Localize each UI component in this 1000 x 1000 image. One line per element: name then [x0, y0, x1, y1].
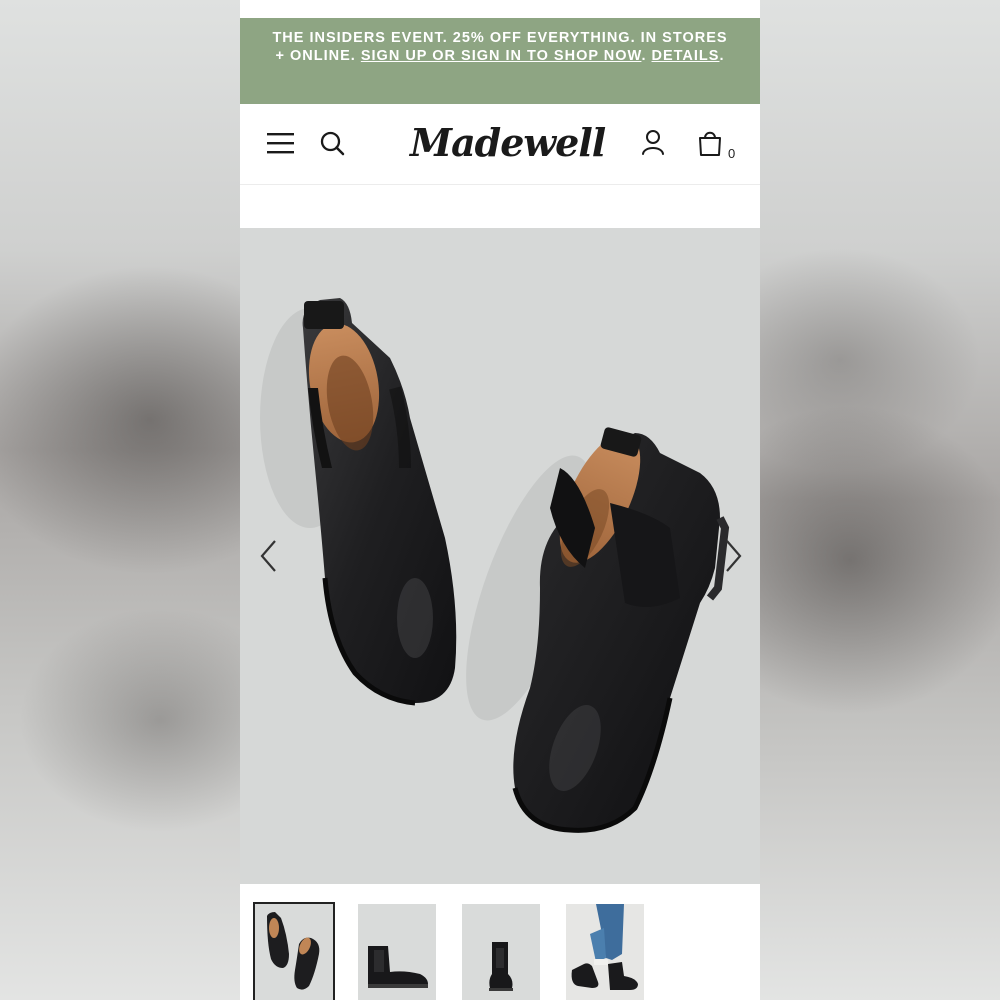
account-icon[interactable] — [638, 128, 668, 158]
signup-link[interactable]: SIGN UP OR SIGN IN TO SHOP NOW — [361, 48, 642, 64]
previous-image-arrow-icon[interactable] — [254, 536, 284, 576]
thumbnail-boots-top-view[interactable] — [253, 902, 335, 1000]
left-boot — [302, 298, 457, 706]
mobile-screen: THE INSIDERS EVENT. 25% OFF EVERYTHING. … — [240, 0, 760, 1000]
blurred-backdrop-left — [0, 0, 240, 1000]
header-spacer — [240, 185, 760, 228]
menu-icon[interactable] — [266, 130, 296, 156]
thumbnail-image — [571, 904, 638, 990]
next-image-arrow-icon[interactable] — [718, 536, 748, 576]
thumbnail-boot-front-view[interactable] — [462, 904, 540, 1000]
bag-count: 0 — [728, 146, 736, 161]
search-icon[interactable] — [318, 129, 348, 159]
boots-illustration — [260, 298, 730, 833]
thumbnail-image — [368, 946, 428, 988]
promo-separator: . — [641, 48, 652, 64]
bag-icon[interactable] — [695, 128, 725, 158]
blurred-backdrop-right — [760, 0, 1000, 1000]
thumbnail-image — [489, 942, 513, 991]
site-header: Madewell 0 — [240, 104, 760, 185]
thumbnail-image — [267, 912, 320, 990]
promo-banner: THE INSIDERS EVENT. 25% OFF EVERYTHING. … — [240, 18, 760, 104]
promo-end: . — [719, 48, 725, 64]
madewell-logo[interactable]: Madewell — [410, 118, 606, 168]
product-main-image[interactable] — [240, 228, 760, 884]
thumbnail-strip — [240, 884, 760, 1000]
thumbnail-boot-side-view[interactable] — [358, 904, 436, 1000]
details-link[interactable]: DETAILS — [652, 48, 720, 64]
thumbnail-boots-worn-with-jeans[interactable] — [566, 904, 644, 1000]
